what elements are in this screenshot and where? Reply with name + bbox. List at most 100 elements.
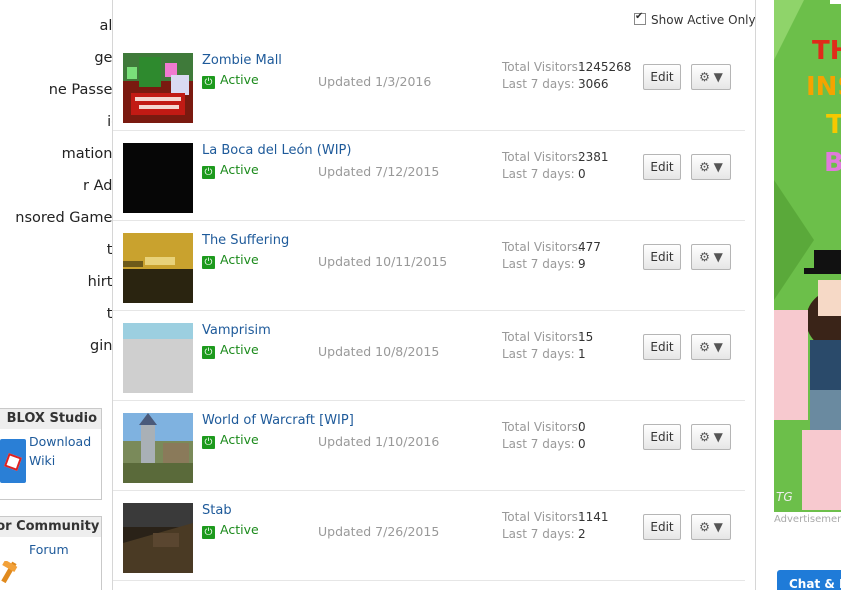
total-visitors: 2381 bbox=[578, 150, 609, 164]
nav-item-pants[interactable]: ts bbox=[0, 298, 112, 330]
nav-item-badges[interactable]: ges bbox=[0, 42, 112, 74]
game-thumbnail[interactable] bbox=[123, 503, 193, 573]
gear-icon: ⚙ bbox=[699, 520, 710, 534]
ad-text-line: T bbox=[826, 110, 841, 140]
power-icon: ⏻ bbox=[202, 346, 215, 359]
advertisement-label: Advertisemer bbox=[774, 514, 841, 525]
wiki-link[interactable]: Wiki bbox=[29, 453, 55, 468]
show-active-checkbox[interactable] bbox=[634, 11, 646, 25]
settings-dropdown-button[interactable]: ⚙ ▼ bbox=[691, 424, 731, 450]
edit-button[interactable]: Edit bbox=[643, 514, 681, 540]
show-active-label: Show Active Only bbox=[651, 13, 756, 27]
last-7-days: 0 bbox=[578, 167, 586, 181]
nav-item-user-ads[interactable]: r Ads bbox=[0, 170, 112, 202]
settings-dropdown-button[interactable]: ⚙ ▼ bbox=[691, 64, 731, 90]
power-icon: ⏻ bbox=[202, 526, 215, 539]
status-active: ⏻ Active bbox=[202, 162, 259, 179]
ad-signature: TG bbox=[776, 490, 793, 504]
settings-dropdown-button[interactable]: ⚙ ▼ bbox=[691, 334, 731, 360]
last-7-days: 9 bbox=[578, 257, 586, 271]
caret-down-icon: ▼ bbox=[713, 160, 723, 174]
game-thumbnail[interactable] bbox=[123, 233, 193, 303]
game-row: The Suffering ⏻ Active Updated 10/11/2015… bbox=[113, 220, 745, 311]
games-panel: Show Active Only Zombie Mall ⏻Active bbox=[113, 0, 756, 590]
nav-item-shirts[interactable]: ts bbox=[0, 234, 112, 266]
nav-item-t-shirts[interactable]: hirts bbox=[0, 266, 112, 298]
edit-button[interactable]: Edit bbox=[643, 154, 681, 180]
nav-item-plugins[interactable]: gins bbox=[0, 330, 112, 362]
hammer-icon bbox=[1, 561, 18, 584]
gear-icon: ⚙ bbox=[699, 340, 710, 354]
community-box: tor Community Forum bbox=[0, 516, 102, 590]
left-navigation: als ges ne Passes io mations r Ads nsore… bbox=[0, 0, 112, 590]
last-7-days: 1 bbox=[578, 347, 586, 361]
game-thumbnail[interactable] bbox=[123, 143, 193, 213]
caret-down-icon: ▼ bbox=[713, 340, 723, 354]
panel-right-border bbox=[755, 0, 756, 590]
nav-item-deals[interactable]: als bbox=[0, 10, 112, 42]
status-active: ⏻ Active bbox=[202, 252, 259, 269]
updated-date: Updated 7/12/2015 bbox=[318, 164, 440, 179]
visitor-stats: Total Visitors:1245268 Last 7 days: 3066 bbox=[502, 60, 632, 91]
settings-dropdown-button[interactable]: ⚙ ▼ bbox=[691, 514, 731, 540]
last-7-days: 0 bbox=[578, 437, 586, 451]
caret-down-icon: ▼ bbox=[713, 250, 723, 264]
game-thumbnail[interactable] bbox=[123, 53, 193, 123]
game-row: La Boca del León (WIP) ⏻ Active Updated 7… bbox=[113, 130, 745, 221]
chat-party-button[interactable]: Chat & P bbox=[777, 570, 841, 590]
updated-date: Updated 10/8/2015 bbox=[318, 344, 440, 359]
download-link[interactable]: Download bbox=[29, 434, 91, 449]
nav-item-animations[interactable]: mations bbox=[0, 138, 112, 170]
gear-icon: ⚙ bbox=[699, 70, 710, 84]
power-icon: ⏻ bbox=[202, 256, 215, 269]
advertisement-banner[interactable]: TH INS T B TG bbox=[774, 0, 841, 512]
nav-item-game-passes[interactable]: ne Passes bbox=[0, 74, 112, 106]
game-thumbnail[interactable] bbox=[123, 323, 193, 393]
ad-text-line: TH bbox=[812, 36, 841, 66]
visitor-stats: Total Visitors:15 Last 7 days: 1 bbox=[502, 330, 594, 361]
studio-box-header: BLOX Studio bbox=[0, 409, 101, 429]
power-icon: ⏻ bbox=[202, 436, 215, 449]
status-active: ⏻ Active bbox=[202, 522, 259, 539]
settings-dropdown-button[interactable]: ⚙ ▼ bbox=[691, 244, 731, 270]
power-icon: ⏻ bbox=[202, 166, 215, 179]
total-visitors: 15 bbox=[578, 330, 594, 344]
total-visitors: 1141 bbox=[578, 510, 609, 524]
caret-down-icon: ▼ bbox=[713, 430, 723, 444]
game-row: Vamprisim ⏻ Active Updated 10/8/2015 Tota… bbox=[113, 310, 745, 401]
caret-down-icon: ▼ bbox=[713, 520, 723, 534]
total-visitors: 477 bbox=[578, 240, 601, 254]
edit-button[interactable]: Edit bbox=[643, 64, 681, 90]
visitor-stats: Total Visitors:477 Last 7 days: 9 bbox=[502, 240, 601, 271]
last-7-days: 2 bbox=[578, 527, 586, 541]
visitor-stats: Total Visitors:0 Last 7 days: 0 bbox=[502, 420, 586, 451]
edit-button[interactable]: Edit bbox=[643, 334, 681, 360]
game-name-link[interactable]: The Suffering bbox=[202, 233, 289, 248]
game-name-link[interactable]: La Boca del León (WIP) bbox=[202, 143, 351, 158]
nav-item-sponsored-games[interactable]: nsored Games bbox=[0, 202, 112, 234]
game-name-link[interactable]: Vamprisim bbox=[202, 323, 271, 338]
nav-item-sets[interactable]: s bbox=[0, 362, 112, 394]
updated-date: Updated 1/10/2016 bbox=[318, 434, 440, 449]
visitor-stats: Total Visitors:2381 Last 7 days: 0 bbox=[502, 150, 609, 181]
game-thumbnail[interactable] bbox=[123, 413, 193, 483]
game-name-link[interactable]: Stab bbox=[202, 503, 232, 518]
edit-button[interactable]: Edit bbox=[643, 244, 681, 270]
settings-dropdown-button[interactable]: ⚙ ▼ bbox=[691, 154, 731, 180]
gear-icon: ⚙ bbox=[699, 160, 710, 174]
power-icon: ⏻ bbox=[202, 76, 215, 89]
community-box-header: tor Community bbox=[0, 517, 101, 537]
nav-item-audio[interactable]: io bbox=[0, 106, 112, 138]
edit-button[interactable]: Edit bbox=[643, 424, 681, 450]
forum-link[interactable]: Forum bbox=[29, 542, 69, 557]
show-active-only-filter[interactable]: Show Active Only bbox=[634, 11, 756, 27]
game-row: Zombie Mall ⏻ Active Updated 1/3/2016 Tot… bbox=[113, 40, 745, 131]
game-name-link[interactable]: Zombie Mall bbox=[202, 53, 282, 68]
studio-box: BLOX Studio Download Wiki bbox=[0, 408, 102, 500]
roblox-studio-icon[interactable] bbox=[0, 439, 26, 483]
total-visitors: 1245268 bbox=[578, 60, 632, 74]
gear-icon: ⚙ bbox=[699, 250, 710, 264]
game-row: World of Warcraft [WIP] ⏻ Active Updated … bbox=[113, 400, 745, 491]
gear-icon: ⚙ bbox=[699, 430, 710, 444]
game-name-link[interactable]: World of Warcraft [WIP] bbox=[202, 413, 354, 428]
